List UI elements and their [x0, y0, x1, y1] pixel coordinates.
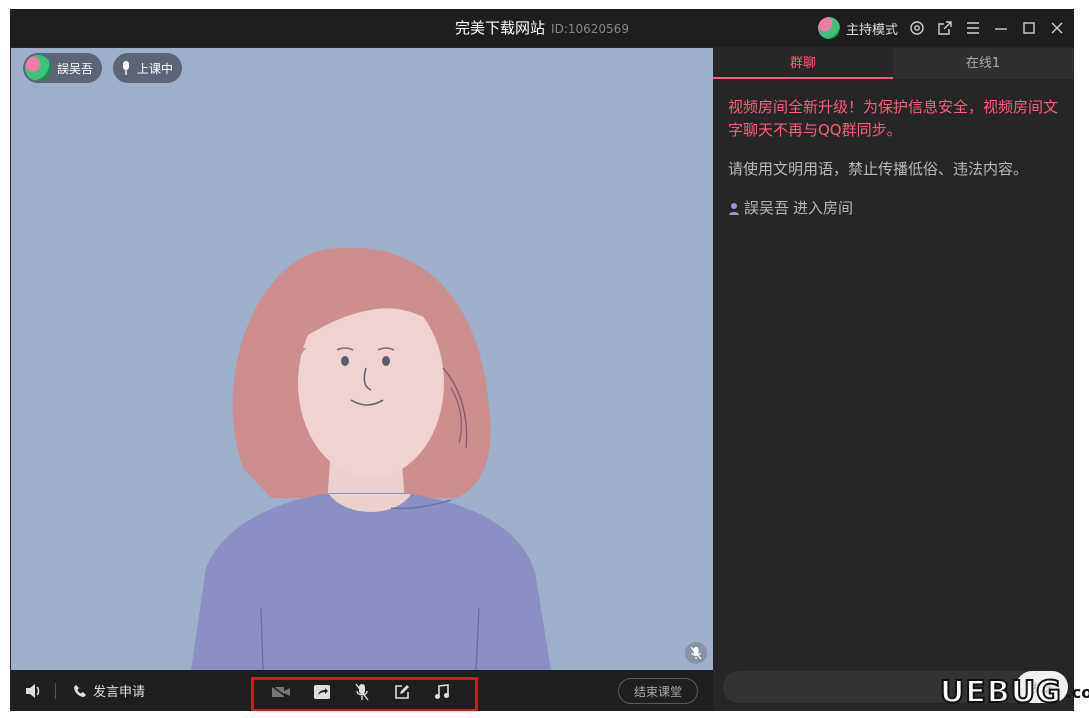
video-area: 誤吴吾 上课中	[11, 48, 713, 670]
presenter-illustration	[191, 247, 551, 670]
title-bar-actions: 主持模式	[817, 9, 1066, 47]
room-id: ID:10620569	[551, 22, 629, 36]
watermark-suffix: .co	[1065, 682, 1089, 702]
system-notice: 视频房间全新升级！为保护信息安全，视频房间文字聊天不再与QQ群同步。	[728, 98, 1059, 139]
music-icon[interactable]	[432, 683, 452, 701]
join-text: 进入房间	[793, 199, 854, 217]
close-icon[interactable]	[1048, 19, 1066, 37]
volume-icon[interactable]	[24, 670, 42, 711]
control-bar: 发言申请 结束课堂	[11, 670, 713, 711]
join-message: 誤吴吾 进入房间	[728, 197, 1058, 220]
tab-online[interactable]: 在线1	[893, 48, 1073, 79]
class-status-chip: 上课中	[113, 53, 183, 83]
chat-tabs: 群聊 在线1	[713, 48, 1074, 79]
class-status-label: 上课中	[137, 61, 174, 76]
presenter-chip[interactable]: 誤吴吾	[23, 53, 103, 83]
mic-status-icon	[123, 61, 129, 75]
muted-mic-icon[interactable]	[685, 642, 707, 664]
title-bar: 完美下载网站 ID:10620569 主持模式	[10, 9, 1074, 47]
app-window: 完美下载网站 ID:10620569 主持模式 誤吴吾 上课中 发言申请 结束课…	[10, 9, 1074, 711]
chat-panel: 群聊 在线1 视频房间全新升级！为保护信息安全，视频房间文字聊天不再与QQ群同步…	[713, 48, 1074, 711]
divider	[55, 683, 56, 699]
maximize-icon[interactable]	[1020, 19, 1038, 37]
menu-icon[interactable]	[964, 19, 982, 37]
chat-rule: 请使用文明用语，禁止传播低俗、违法内容。	[728, 160, 1029, 178]
site-watermark: UEBUG .co	[939, 672, 1089, 712]
popout-icon[interactable]	[936, 19, 954, 37]
room-title: 完美下载网站	[455, 19, 546, 37]
watermark-text: UEBUG	[939, 674, 1062, 711]
camera-off-icon[interactable]	[271, 683, 291, 701]
host-avatar[interactable]	[817, 17, 840, 39]
share-screen-icon[interactable]	[312, 683, 332, 701]
user-icon	[729, 202, 739, 215]
tab-group-chat[interactable]: 群聊	[713, 48, 893, 79]
mic-icon[interactable]	[352, 683, 372, 701]
end-class-button[interactable]: 结束课堂	[618, 678, 698, 704]
chat-messages: 视频房间全新升级！为保护信息安全，视频房间文字聊天不再与QQ群同步。 请使用文明…	[728, 96, 1058, 220]
speak-request-label: 发言申请	[93, 685, 146, 700]
speak-request-button[interactable]: 发言申请	[73, 670, 145, 711]
phone-icon	[74, 684, 86, 697]
host-mode-label[interactable]: 主持模式	[846, 19, 898, 38]
minimize-icon[interactable]	[992, 19, 1010, 37]
presenter-name: 誤吴吾	[57, 61, 94, 76]
join-user: 誤吴吾	[744, 199, 790, 217]
edit-icon[interactable]	[392, 683, 412, 701]
settings-icon[interactable]	[908, 19, 926, 37]
presenter-avatar	[25, 55, 51, 81]
